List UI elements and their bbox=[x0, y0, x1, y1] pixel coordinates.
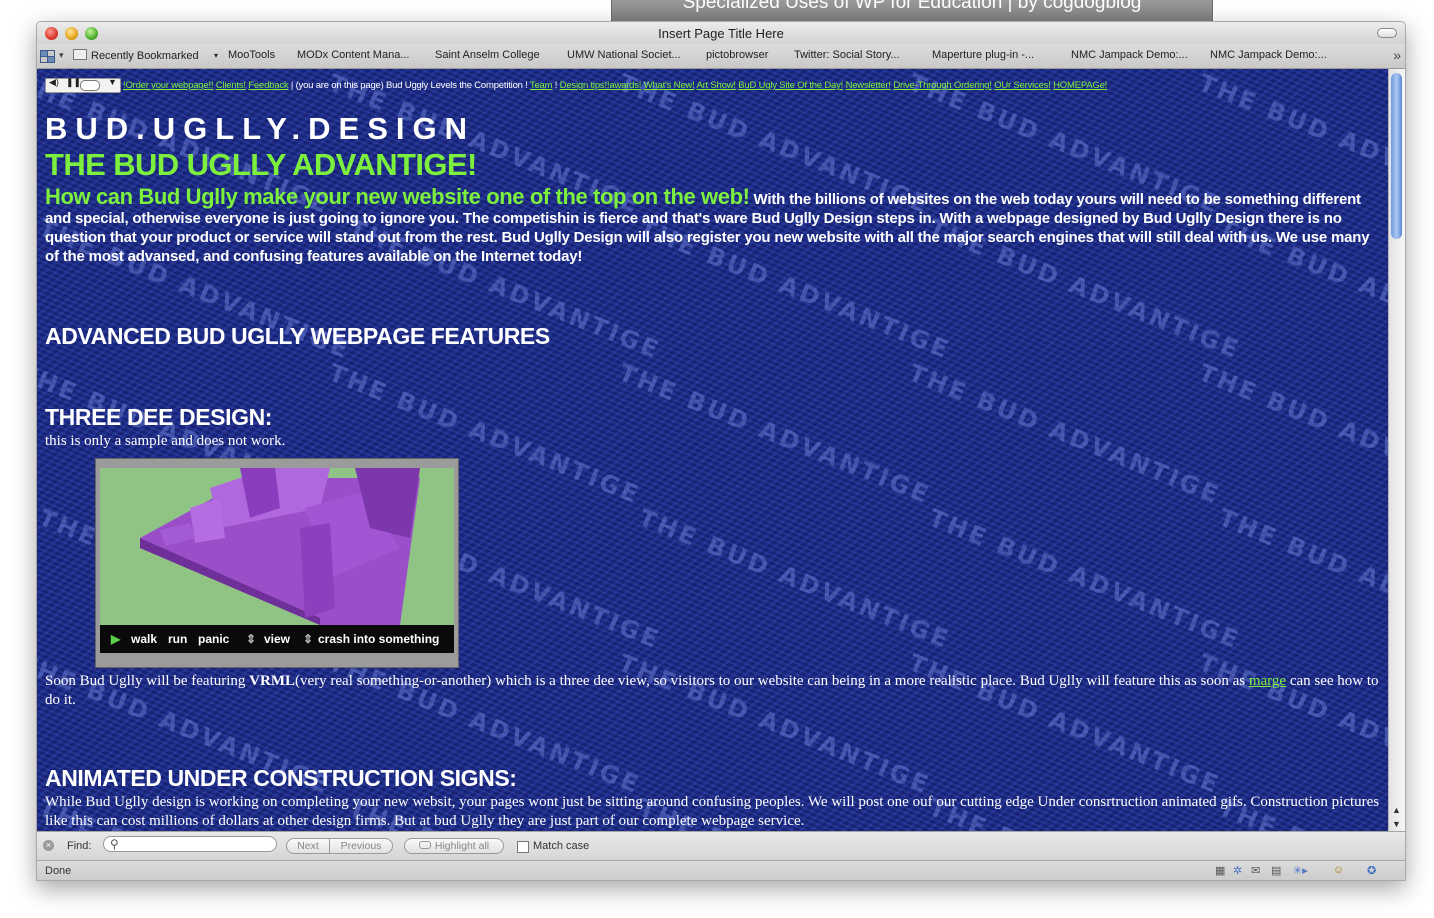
browser-window: Insert Page Title Here ▾ Recently Bookma… bbox=[36, 21, 1406, 881]
bookmark-item[interactable]: Saint Anselm College bbox=[435, 49, 540, 61]
match-case-label: Match case bbox=[533, 840, 590, 852]
vrml-view-button[interactable]: view bbox=[264, 632, 290, 646]
nav-link-design-tips[interactable]: Design tips!! bbox=[560, 80, 610, 91]
watermark-text: THE BUD ADVANTIGE bbox=[1215, 504, 1389, 655]
nav-link-whats-new[interactable]: What's New! bbox=[644, 80, 695, 91]
mail-icon[interactable]: ✉ bbox=[1251, 864, 1260, 877]
extension-icon[interactable]: ✲ bbox=[1233, 864, 1242, 877]
find-next-button[interactable]: Next bbox=[286, 838, 330, 854]
animated-signs-paragraph: While Bud Uglly design is working on com… bbox=[45, 794, 1380, 829]
intro-paragraph: How can Bud Uglly make your new website … bbox=[45, 184, 1380, 266]
watermark-text: THE BUD ADVANTIGE bbox=[905, 359, 1225, 510]
bookmark-item[interactable]: Maperture plug-in -... bbox=[932, 49, 1034, 61]
watermark-text: THE BUD ADVANTIGE bbox=[635, 504, 955, 655]
vrml-paragraph: Soon Bud Uglly will be featuring VRML(ve… bbox=[45, 673, 1379, 708]
audio-player[interactable]: ◀) ❚❚ ▼ bbox=[45, 77, 121, 93]
vrml-viewer[interactable]: ▶ walk run panic ⇕ view ⇕ crash into som… bbox=[95, 458, 459, 668]
scroll-down-arrow-icon[interactable]: ▼ bbox=[1392, 819, 1401, 829]
bookmark-folder-icon bbox=[73, 49, 87, 60]
page-content: THE BUD ADVANTIGE THE BUD ADVANTIGE THE BU… bbox=[37, 69, 1389, 831]
nav-link-clients[interactable]: Clients! bbox=[216, 80, 246, 91]
bookmark-item[interactable]: MooTools bbox=[228, 49, 275, 61]
highlight-all-button[interactable]: Highlight all bbox=[404, 838, 504, 854]
watermark-text: THE BUD ADVANTIGE bbox=[615, 359, 935, 510]
site-title: BUD.UGLLY.DESIGN bbox=[45, 111, 476, 146]
vertical-scrollbar[interactable]: ▲ ▼ bbox=[1388, 69, 1405, 831]
vrml-walk-button[interactable]: walk bbox=[131, 632, 157, 646]
bookmark-item[interactable]: NMC Jampack Demo:... bbox=[1071, 49, 1188, 61]
extension-icon[interactable]: ▦ bbox=[1215, 864, 1225, 877]
bookmarks-overflow-icon[interactable]: » bbox=[1393, 47, 1401, 63]
bookmark-item[interactable]: pictobrowser bbox=[706, 49, 768, 61]
search-icon: ⚲ bbox=[110, 837, 119, 851]
sample-note: this is only a sample and does not work. bbox=[45, 433, 286, 449]
find-label: Find: bbox=[67, 840, 92, 852]
up-down-arrow-icon[interactable]: ⇕ bbox=[303, 632, 313, 646]
intro-lead: How can Bud Uglly make your new website … bbox=[45, 184, 750, 209]
bookmark-item[interactable]: Twitter: Social Story... bbox=[794, 49, 900, 61]
bookmark-item[interactable]: NMC Jampack Demo:... bbox=[1210, 49, 1327, 61]
find-bar: × Find: ⚲ Next Previous Highlight all Ma… bbox=[37, 831, 1405, 860]
vrml-crash-button[interactable]: crash into something bbox=[318, 632, 439, 646]
features-heading: ADVANCED BUD UGLLY WEBPAGE FEATURES bbox=[45, 323, 550, 349]
vrml-controls: ▶ walk run panic ⇕ view ⇕ crash into som… bbox=[100, 625, 454, 653]
toolbar-toggle-button[interactable] bbox=[1377, 28, 1397, 38]
nav-current-page: | (you are on this page) Bud Uggly Level… bbox=[288, 80, 530, 91]
bookmark-item[interactable]: UMW National Societ... bbox=[567, 49, 681, 61]
bookmarks-grid-icon[interactable] bbox=[40, 50, 55, 63]
bookmark-item[interactable]: MODx Content Mana... bbox=[297, 49, 410, 61]
bookmarks-menu-arrow-icon[interactable]: ▾ bbox=[59, 50, 64, 61]
nav-link-team[interactable]: Team bbox=[530, 80, 553, 91]
status-text: Done bbox=[45, 865, 72, 877]
find-previous-button[interactable]: Previous bbox=[329, 838, 393, 854]
background-window-title: Specialized Uses of WP for Education | b… bbox=[611, 0, 1213, 23]
nav-link-order[interactable]: !Order your webpage!! bbox=[123, 80, 214, 91]
vrml-term: VRML bbox=[249, 673, 295, 689]
status-bar: Done ▦ ✲ ✉ ▤ ✳▸ ☺ ✪ bbox=[37, 860, 1405, 880]
vrml-panic-button[interactable]: panic bbox=[198, 632, 229, 646]
volume-slider[interactable] bbox=[80, 80, 100, 91]
watermark-text: THE BUD ADVANTIGE bbox=[1195, 359, 1389, 510]
speaker-icon[interactable]: ◀) bbox=[49, 77, 59, 88]
bookmark-item[interactable]: Recently Bookmarked bbox=[73, 49, 199, 62]
smiley-icon[interactable]: ☺ bbox=[1333, 864, 1344, 876]
extension-icon[interactable]: ✳▸ bbox=[1293, 864, 1308, 877]
bookmarks-toolbar: ▾ Recently Bookmarked ▾ MooTools MODx Co… bbox=[37, 44, 1405, 69]
close-find-bar-icon[interactable]: × bbox=[43, 840, 54, 851]
animated-signs-heading: ANIMATED UNDER CONSTRUCTION SIGNS: bbox=[45, 765, 517, 791]
window-title: Insert Page Title Here bbox=[658, 26, 784, 41]
up-down-arrow-icon[interactable]: ⇕ bbox=[246, 632, 256, 646]
watermark-text: THE BUD ADVANTIGE bbox=[925, 504, 1245, 655]
nav-link-site-of-day[interactable]: BuD Ugly Site Of the Day! bbox=[738, 80, 843, 91]
nav-link-feedback[interactable]: Feedback bbox=[248, 80, 288, 91]
site-nav: !Order your webpage!! Clients! Feedback … bbox=[123, 80, 1108, 91]
site-subtitle: THE BUD UGLLY ADVANTIGE! bbox=[45, 147, 477, 182]
nav-link-drive-through[interactable]: Drive-Through Ordering! bbox=[893, 80, 992, 91]
vrml-3d-model bbox=[140, 468, 420, 625]
bookmark-dropdown-icon[interactable]: ▾ bbox=[214, 51, 218, 60]
three-dee-heading: THREE DEE DESIGN: bbox=[45, 404, 273, 430]
nav-link-art-show[interactable]: Art Show! bbox=[696, 80, 736, 91]
vrml-scene[interactable] bbox=[100, 468, 454, 625]
nav-link-services[interactable]: OUr Services! bbox=[994, 80, 1051, 91]
scrollbar-thumb[interactable] bbox=[1391, 73, 1402, 239]
extension-icon[interactable]: ✪ bbox=[1367, 864, 1376, 877]
scroll-up-arrow-icon[interactable]: ▲ bbox=[1392, 805, 1401, 815]
title-bar: Insert Page Title Here bbox=[37, 22, 1405, 44]
match-case-checkbox[interactable] bbox=[517, 841, 529, 853]
extension-icon[interactable]: ▤ bbox=[1271, 864, 1281, 877]
highlight-icon bbox=[418, 841, 431, 849]
marge-link[interactable]: marge bbox=[1249, 673, 1286, 689]
vrml-run-button[interactable]: run bbox=[168, 632, 187, 646]
pause-icon[interactable]: ❚❚ bbox=[66, 77, 81, 88]
nav-link-homepage[interactable]: HOMEPAGe! bbox=[1053, 80, 1107, 91]
find-input[interactable] bbox=[103, 836, 277, 852]
audio-menu-arrow-icon[interactable]: ▼ bbox=[108, 77, 117, 87]
nav-link-awards[interactable]: awards! bbox=[609, 80, 641, 91]
play-icon[interactable]: ▶ bbox=[111, 632, 120, 646]
nav-link-newsletter[interactable]: Newsletter! bbox=[846, 80, 892, 91]
